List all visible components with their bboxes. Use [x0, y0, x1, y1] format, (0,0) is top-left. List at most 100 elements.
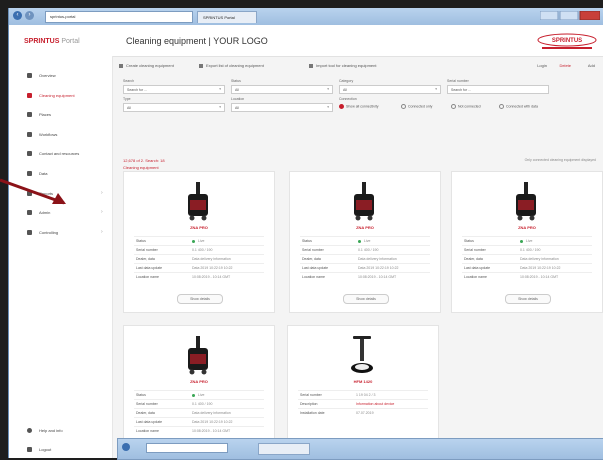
card-row: Status Live — [462, 236, 592, 245]
serial-value: Search for ... — [451, 87, 472, 92]
card-row: Status Live — [134, 236, 264, 245]
row-key: Location name — [136, 429, 159, 433]
browser-tab[interactable]: SPRINTUS Portal — [197, 11, 257, 23]
search-input[interactable]: Search for ... ▾ — [123, 85, 225, 94]
result-subtitle: Cleaning equipment — [123, 165, 159, 170]
status-select[interactable]: All ▾ — [231, 85, 333, 94]
radio-show-all[interactable]: Show all connectivity — [339, 104, 379, 109]
import-tool-button[interactable]: Import tool for cleaning equipment — [309, 63, 376, 68]
serial-number-input[interactable]: Search for ... — [447, 85, 549, 94]
sidebar-item-label: Controlling — [39, 230, 59, 235]
export-list-button[interactable]: Export list of cleaning equipment — [199, 63, 264, 68]
location-select[interactable]: All ▾ — [231, 103, 333, 112]
sidebar-item-contact[interactable]: Contact and resources — [9, 148, 112, 160]
sidebar-item-label: Workflows — [39, 132, 58, 137]
vacuum-cleaner-icon — [516, 182, 536, 221]
card-model: HFM 1420 — [353, 379, 373, 384]
plus-icon — [119, 63, 123, 68]
radio-icon — [339, 104, 344, 109]
card-row: Dealer, data Data delivery information — [300, 254, 430, 263]
type-select[interactable]: All ▾ — [123, 103, 225, 112]
delete-link[interactable]: Delete — [559, 63, 571, 68]
sidebar-item-label: Overview — [39, 73, 56, 78]
row-key: Serial number — [300, 393, 322, 397]
radio-connected[interactable]: Connected only — [401, 104, 432, 109]
person-icon — [27, 132, 32, 137]
row-value: Data delivery information — [520, 257, 559, 261]
card-row: Status Live — [300, 236, 430, 245]
create-equipment-button[interactable]: Create cleaning equipment — [119, 63, 174, 68]
row-key: Last data update — [302, 266, 329, 270]
sidebar-item-controlling[interactable]: Controlling › — [9, 227, 112, 239]
logo-text: SPRINTUS — [552, 38, 582, 44]
card-row: Serial number 0.1 400 / 190 — [300, 245, 430, 254]
sidebar-item-logout[interactable]: Logout — [9, 444, 112, 456]
row-key: Last data update — [136, 266, 163, 270]
sidebar-item-label: Places — [39, 112, 52, 117]
radio-not-connected[interactable]: Not connected — [451, 104, 481, 109]
card-row: Dealer, data Data delivery information — [134, 408, 264, 417]
address-bar[interactable]: sprintus-portal — [45, 11, 193, 23]
row-value: 10:08:2019 - 10:14 GMT — [192, 275, 231, 279]
top-bar: SPRINTUS Portal Cleaning equipment | YOU… — [9, 25, 603, 57]
card-row: Location name 10:08:2019 - 10:14 GMT — [462, 272, 592, 281]
sidebar-item-workflows[interactable]: Workflows — [9, 129, 112, 141]
row-key: Dealer, data — [464, 257, 483, 261]
sidebar-item-overview[interactable]: Overview — [9, 70, 112, 82]
window-controls[interactable] — [539, 10, 601, 21]
card-row: Serial number 1 19 04 2 / 3 — [298, 390, 428, 399]
show-details-button[interactable]: Show details — [343, 294, 389, 304]
radio-icon — [499, 104, 504, 109]
card-row: Installation date 07.07.2019 — [298, 408, 428, 417]
row-key: Installation date — [300, 411, 325, 415]
add-link[interactable]: Add — [588, 63, 595, 68]
equipment-card[interactable]: ZNA PRO Status Live Serial number 0.1 400 … — [451, 171, 603, 313]
row-key: Location name — [302, 275, 325, 279]
show-details-button[interactable]: Show details — [505, 294, 551, 304]
row-value: 0.1 400 / 190 — [520, 248, 541, 252]
card-model: ZNA PRO — [356, 225, 374, 230]
card-row: Last data update Data 2019 10:22:19 10:22 — [134, 263, 264, 272]
address-bar[interactable] — [146, 443, 228, 453]
vacuum-cleaner-icon — [354, 182, 374, 221]
show-details-button[interactable]: Show details — [177, 294, 223, 304]
forward-button[interactable]: › — [25, 11, 34, 20]
card-row: Location name 10:08:2019 - 10:14 GMT — [134, 272, 264, 281]
browser-tab[interactable] — [258, 443, 310, 455]
sidebar-item-help[interactable]: Help and info — [9, 425, 112, 437]
login-link[interactable]: Login — [537, 63, 547, 68]
sidebar-item-cleaning-equipment[interactable]: Cleaning equipment — [9, 90, 112, 102]
row-key: Status — [136, 393, 146, 397]
card-row: Dealer, data Data delivery information — [134, 254, 264, 263]
sidebar-item-label: Contact and resources — [39, 151, 80, 156]
browser-window: ‹ › sprintus-portal SPRINTUS Portal SPRI… — [8, 8, 603, 460]
back-button[interactable]: ‹ — [13, 11, 22, 20]
brand[interactable]: SPRINTUS Portal — [24, 38, 80, 45]
export-icon — [199, 63, 203, 68]
equipment-card[interactable]: ZNA PRO Status Live Serial number 0.1 400 … — [289, 171, 441, 313]
type-value: All — [127, 105, 131, 110]
second-browser-window — [117, 438, 603, 460]
filter-label: Category — [339, 79, 354, 83]
card-row: Description Information about device — [298, 399, 428, 408]
row-value: 0.1 400 / 190 — [192, 248, 213, 252]
address-text: sprintus-portal — [50, 14, 76, 19]
row-value: Data delivery information — [358, 257, 397, 261]
sidebar-item-places[interactable]: Places — [9, 109, 112, 121]
grid-icon — [27, 73, 32, 78]
row-key: Status — [464, 239, 474, 243]
row-value: Live — [198, 239, 205, 243]
sidebar-item-label: Cleaning equipment — [39, 93, 75, 98]
chevron-down-icon: ▾ — [219, 87, 221, 91]
brand-suffix: Portal — [61, 38, 80, 45]
row-key: Location name — [464, 275, 487, 279]
radio-connected-data[interactable]: Connected with data — [499, 104, 538, 109]
back-icon[interactable] — [122, 443, 130, 451]
row-key: Last data update — [136, 420, 163, 424]
category-select[interactable]: All ▾ — [339, 85, 441, 94]
row-key: Location name — [136, 275, 159, 279]
radio-label: Show all connectivity — [346, 104, 379, 109]
row-value: Data 2019 10:22:19 10:22 — [192, 266, 233, 270]
row-value: 0.1 400 / 190 — [358, 248, 379, 252]
equipment-card[interactable]: ZNA PRO Status Live Serial number 0.1 400 … — [123, 171, 275, 313]
